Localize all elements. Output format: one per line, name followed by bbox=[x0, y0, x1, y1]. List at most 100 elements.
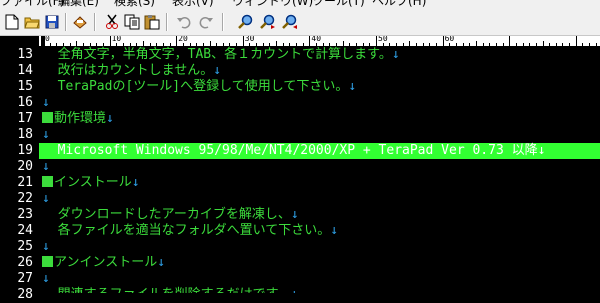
ruler-tick bbox=[176, 36, 178, 46]
menu-item[interactable]: ウィンドウ(W) bbox=[232, 0, 313, 8]
return-mark-icon: ↓ bbox=[42, 95, 50, 110]
text-line[interactable]: ↓ bbox=[39, 127, 600, 143]
return-mark-icon: ↓ bbox=[157, 255, 166, 270]
return-mark-icon: ↓ bbox=[290, 207, 299, 222]
line-text: TeraPadの[ツール]へ登録して使用して下さい。↓ bbox=[42, 79, 357, 95]
toolbar-separator bbox=[166, 13, 168, 31]
line-text: ↓ bbox=[42, 159, 50, 175]
ruler-label: 50 bbox=[378, 36, 388, 43]
ruler-tick bbox=[309, 36, 311, 46]
line-number: 18 bbox=[17, 127, 33, 142]
ruler-label: 40 bbox=[311, 36, 322, 43]
menu-bar: ファイル(F) 編集(E) 検索(S) 表示(V) ウィンドウ(W) ツール(T) ヘルプ(… bbox=[0, 0, 600, 9]
line-number: 24 bbox=[17, 223, 33, 238]
line-text: 動作環境↓ bbox=[42, 111, 114, 127]
line-text: ↓ bbox=[42, 95, 50, 111]
undo-icon[interactable] bbox=[174, 12, 193, 31]
find-next-icon[interactable] bbox=[258, 12, 277, 31]
cut-icon[interactable] bbox=[102, 12, 121, 31]
paste-icon[interactable] bbox=[142, 12, 161, 31]
menu-item[interactable]: 表示(V) bbox=[172, 0, 214, 8]
text-line[interactable]: ↓ bbox=[39, 271, 600, 287]
ruler-tick bbox=[43, 36, 44, 46]
open-folder-icon[interactable] bbox=[22, 12, 41, 31]
line-text: 改行はカウントしません。↓ bbox=[42, 63, 221, 79]
current-line[interactable]: Microsoft Windows 95/98/Me/NT4/2000/XP +… bbox=[39, 143, 600, 159]
return-mark-icon: ↓ bbox=[537, 143, 546, 158]
menu-item[interactable]: ファイル(F) bbox=[0, 0, 64, 8]
ruler-label: 30 bbox=[244, 36, 255, 43]
line-text: 各ファイルを適当なフォルダへ置いて下さい。↓ bbox=[42, 223, 338, 239]
line-number: 28 bbox=[17, 287, 33, 302]
line-number: 23 bbox=[17, 207, 33, 222]
line-text: 全角文字，半角文字，TAB、各１カウントで計算します。↓ bbox=[42, 47, 400, 63]
heading-square-icon bbox=[42, 176, 53, 187]
ruler-label: 10 bbox=[111, 36, 122, 43]
text-line[interactable]: ダウンロードしたアーカイブを解凍し、↓ bbox=[39, 207, 600, 223]
line-number: 17 bbox=[17, 111, 33, 126]
return-mark-icon: ↓ bbox=[42, 271, 50, 286]
text-line[interactable]: ↓ bbox=[39, 159, 600, 175]
line-text: ↓ bbox=[42, 191, 50, 207]
find-icon[interactable] bbox=[236, 12, 255, 31]
line-text: アンインストール↓ bbox=[42, 255, 165, 271]
toolbar-separator bbox=[65, 13, 67, 31]
ruler-tick bbox=[509, 36, 511, 46]
line-number: 26 bbox=[17, 255, 33, 270]
text-line[interactable]: TeraPadの[ツール]へ登録して使用して下さい。↓ bbox=[39, 79, 600, 95]
line-number: 20 bbox=[17, 159, 33, 174]
line-content: 関連するファイルを削除するだけです。 bbox=[42, 287, 291, 293]
ruler-tick bbox=[376, 36, 377, 46]
menu-item[interactable]: 検索(S) bbox=[114, 0, 155, 8]
text-line[interactable]: 全角文字，半角文字，TAB、各１カウントで計算します。↓ bbox=[39, 47, 600, 63]
toolbar bbox=[0, 9, 600, 36]
heading-square-icon bbox=[42, 112, 53, 123]
return-mark-icon: ↓ bbox=[348, 79, 357, 94]
ruler-label: 0 bbox=[45, 36, 50, 43]
line-number: 16 bbox=[17, 95, 33, 110]
line-number: 14 bbox=[17, 63, 33, 78]
text-line[interactable]: 関連するファイルを削除するだけです。↓ bbox=[39, 287, 600, 293]
text-line[interactable]: ↓ bbox=[39, 191, 600, 207]
line-content: TeraPadの[ツール]へ登録して使用して下さい。 bbox=[42, 79, 349, 94]
find-prev-icon[interactable] bbox=[280, 12, 299, 31]
menu-item[interactable]: ツール(T) bbox=[312, 0, 365, 8]
editor-text-area[interactable]: 全角文字，半角文字，TAB、各１カウントで計算します。↓ 改行はカウントしません… bbox=[39, 46, 600, 293]
ruler-label: 20 bbox=[178, 36, 188, 43]
new-file-icon[interactable] bbox=[2, 12, 21, 31]
return-mark-icon: ↓ bbox=[42, 239, 50, 254]
menu-item[interactable]: 編集(E) bbox=[58, 0, 99, 8]
column-ruler: 0 10 20 30 40 50 60 bbox=[39, 36, 600, 46]
return-mark-icon: ↓ bbox=[131, 175, 140, 190]
line-content: ダウンロードしたアーカイブを解凍し、 bbox=[42, 207, 291, 222]
menu-item[interactable]: ヘルプ(H) bbox=[372, 0, 426, 8]
redo-icon[interactable] bbox=[196, 12, 215, 31]
line-text: インストール↓ bbox=[42, 175, 140, 191]
line-number: 25 bbox=[17, 239, 33, 254]
line-content: 各ファイルを適当なフォルダへ置いて下さい。 bbox=[42, 223, 331, 238]
text-line[interactable]: 改行はカウントしません。↓ bbox=[39, 63, 600, 79]
ruler-label: 60 bbox=[444, 36, 455, 43]
line-content: 動作環境 bbox=[54, 111, 107, 126]
copy-icon[interactable] bbox=[122, 12, 141, 31]
line-text: 関連するファイルを削除するだけです。↓ bbox=[42, 287, 299, 293]
line-text: ダウンロードしたアーカイブを解凍し、↓ bbox=[42, 207, 299, 223]
line-number-gutter: 13 14 15 16 17 18 19 20 21 22 23 24 25 26 27 28 bbox=[0, 36, 39, 302]
text-line[interactable]: 動作環境↓ bbox=[39, 111, 600, 127]
save-icon[interactable] bbox=[42, 12, 61, 31]
ruler-tick bbox=[442, 36, 444, 46]
heading-square-icon bbox=[42, 256, 53, 267]
text-line[interactable]: アンインストール↓ bbox=[39, 255, 600, 271]
ruler-tick bbox=[109, 36, 111, 46]
text-line[interactable]: ↓ bbox=[39, 239, 600, 255]
line-content: 全角文字，半角文字，TAB、各１カウントで計算します。 bbox=[42, 47, 392, 62]
text-line[interactable]: インストール↓ bbox=[39, 175, 600, 191]
line-number: 22 bbox=[17, 191, 33, 206]
print-icon[interactable] bbox=[70, 12, 89, 31]
toolbar-separator bbox=[222, 13, 224, 31]
line-number: 15 bbox=[17, 79, 33, 94]
return-mark-icon: ↓ bbox=[391, 47, 400, 62]
line-number: 19 bbox=[17, 143, 33, 158]
text-line[interactable]: ↓ bbox=[39, 95, 600, 111]
text-line[interactable]: 各ファイルを適当なフォルダへ置いて下さい。↓ bbox=[39, 223, 600, 239]
